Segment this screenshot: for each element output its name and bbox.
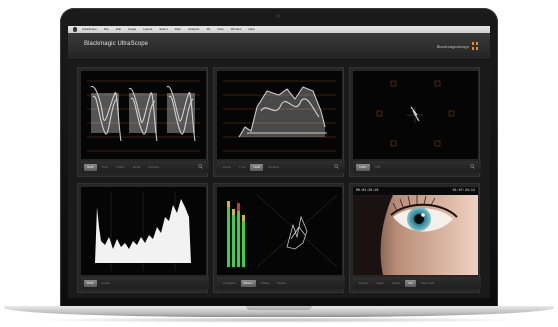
menu-item[interactable]: Help (248, 26, 254, 33)
tab-parade-2[interactable]: YCbCr (113, 164, 128, 171)
audio-scope (217, 187, 342, 275)
parade-graph (87, 80, 200, 152)
audio-meters (227, 201, 245, 267)
tab-histogram-1[interactable]: Luma (99, 280, 113, 287)
vectorscope (353, 71, 478, 159)
tab-picture-0[interactable]: Picture (356, 280, 371, 287)
app-titlebar: Blackmagic UltraScope Blackmagicdesign (68, 33, 490, 60)
picture-image (353, 187, 478, 275)
scope-panel-audio[interactable]: Lissajous Meters Phase Stereo (213, 183, 345, 293)
timecode-right: 01:07:34:12 (452, 189, 475, 193)
tab-audio-1[interactable]: Meters (240, 279, 256, 287)
menu-item[interactable]: Analysis (188, 26, 199, 33)
app-title: Blackmagic UltraScope (84, 41, 149, 47)
tab-picture-2[interactable]: Zebra (389, 280, 403, 287)
picture-view: 00:01:29:16 01:07:34:12 (353, 187, 478, 275)
timecode-left: 00:01:29:16 (356, 189, 379, 193)
scope-panel-vectorscope[interactable]: 100% 75% (349, 67, 481, 177)
tab-parade-0[interactable]: RGB (84, 163, 97, 171)
scope-panel-waveform[interactable]: Luma Y Lut RGB Chroma (213, 67, 345, 177)
magnifier-icon[interactable] (470, 164, 475, 169)
histogram-scope (81, 187, 206, 275)
waveform-graph (223, 80, 336, 152)
brand-logo: Blackmagicdesign (437, 42, 478, 50)
picture-tab-bar: Picture Alarm Zebra Info Safe Area (353, 277, 481, 289)
menu-bar: UltraScope File Edit Image Layout Select… (68, 26, 490, 33)
brand-name: Blackmagicdesign (436, 43, 469, 49)
camera-dot-icon (276, 14, 280, 18)
tab-histogram-0[interactable]: RGB (84, 279, 97, 287)
audio-graph (227, 194, 338, 268)
magnifier-icon[interactable] (334, 164, 339, 169)
tab-audio-2[interactable]: Phase (258, 280, 273, 287)
laptop-notch (246, 306, 312, 310)
tab-audio-3[interactable]: Stereo (274, 280, 289, 287)
menu-item[interactable]: 3D (206, 26, 210, 33)
audio-tab-bar: Lissajous Meters Phase Stereo (217, 277, 345, 289)
scope-panel-histogram[interactable]: RGB Luma (77, 183, 209, 293)
waveform-scope (217, 71, 342, 159)
tab-waveform-0[interactable]: Luma (220, 164, 234, 171)
tab-vectorscope-1[interactable]: 75% (372, 164, 384, 171)
parade-tab-bar: RGB YUV YCbCr Luma Chroma (81, 161, 209, 173)
tab-parade-4[interactable]: Chroma (145, 164, 162, 171)
laptop-shadow (30, 317, 528, 323)
scope-panel-parade[interactable]: RGB YUV YCbCr Luma Chroma (77, 67, 209, 177)
scope-grid: RGB YUV YCbCr Luma Chroma Luma Y Lut RGB… (77, 67, 481, 293)
menu-item[interactable]: UltraScope (82, 26, 97, 33)
vectorscope-graph (376, 80, 455, 147)
tab-waveform-3[interactable]: Chroma (265, 164, 282, 171)
screen: UltraScope File Edit Image Layout Select… (68, 26, 490, 298)
tab-parade-1[interactable]: YUV (99, 164, 111, 171)
tab-audio-0[interactable]: Lissajous (220, 280, 239, 287)
tab-vectorscope-0[interactable]: 100% (356, 163, 370, 171)
tab-picture-1[interactable]: Alarm (373, 280, 387, 287)
brand-logo-icon (472, 42, 478, 50)
menu-item[interactable]: Layout (143, 26, 152, 33)
tab-picture-4[interactable]: Safe Area (418, 280, 437, 287)
menu-item[interactable]: Image (128, 26, 136, 33)
tab-waveform-1[interactable]: Y Lut (236, 164, 249, 171)
apple-icon[interactable] (73, 27, 77, 32)
magnifier-icon[interactable] (198, 164, 203, 169)
waveform-tab-bar: Luma Y Lut RGB Chroma (217, 161, 345, 173)
menu-item[interactable]: View (217, 26, 223, 33)
menu-item[interactable]: Edit (116, 26, 121, 33)
vectorscope-tab-bar: 100% 75% (353, 161, 481, 173)
parade-scope (81, 71, 206, 159)
menu-item[interactable]: Filter (175, 26, 182, 33)
menu-item[interactable]: Window (231, 26, 242, 33)
tab-picture-3[interactable]: Info (405, 279, 417, 287)
tab-waveform-2[interactable]: RGB (250, 163, 263, 171)
menu-item[interactable]: File (104, 26, 109, 33)
scope-panel-picture[interactable]: 00:01:29:16 01:07:34:12 Picture Alarm Ze… (349, 183, 481, 293)
histogram-tab-bar: RGB Luma (81, 277, 209, 289)
histogram-graph (95, 191, 191, 271)
tab-parade-3[interactable]: Luma (130, 164, 144, 171)
menu-item[interactable]: Select (159, 26, 167, 33)
